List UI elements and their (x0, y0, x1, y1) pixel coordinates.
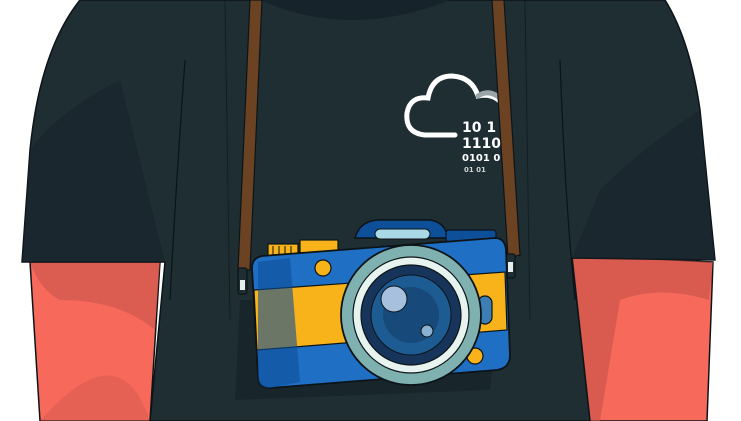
left-arm (29, 261, 161, 421)
binary-line-4: 01 01 (464, 166, 486, 174)
binary-line-1: 10 1 (462, 120, 496, 136)
camera-button-top (314, 259, 332, 277)
binary-line-2: 1110 (462, 136, 501, 152)
lens-highlight-large (380, 285, 408, 313)
binary-line-3: 0101 0 (462, 153, 500, 164)
illustration-scene: 10 1 1110 0101 0 01 01 (21, 0, 716, 421)
right-arm (571, 254, 714, 421)
lens-highlight-small (420, 324, 434, 338)
camera-flash (374, 228, 431, 240)
